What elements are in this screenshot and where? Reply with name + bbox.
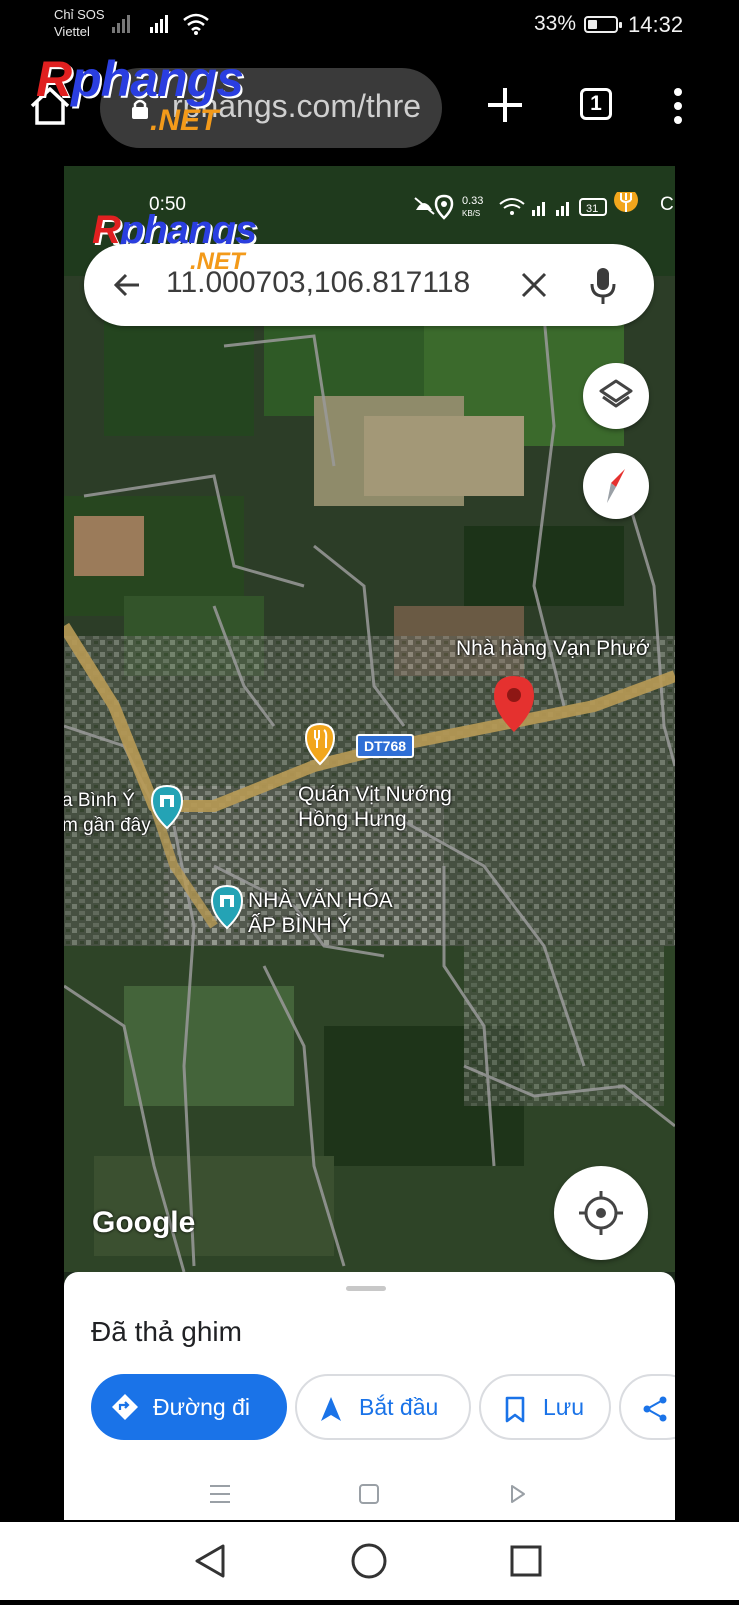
- search-box[interactable]: 11.000703,106.817118: [84, 244, 654, 326]
- watermark-logo: Rphangs: [36, 50, 244, 108]
- layers-icon: [599, 379, 633, 408]
- share-icon: [643, 1396, 667, 1422]
- landmark-poi-icon[interactable]: [150, 784, 184, 830]
- inner-menu-icon: [210, 1485, 230, 1503]
- inner-back-icon: [511, 1485, 525, 1503]
- start-label: Bắt đầu: [359, 1393, 439, 1420]
- inner-status-bar: 0:50 0.33 KB/S 31 C: [64, 166, 675, 220]
- signal-icon-secondary: [112, 15, 130, 33]
- map-label-left-line2: m gần đây: [64, 815, 151, 836]
- map-label-culture-line2: ẤP BÌNH Ý: [248, 914, 352, 937]
- map-pin-icon[interactable]: [492, 674, 536, 734]
- system-navigation-bar: [0, 1522, 739, 1600]
- wifi-icon: [183, 13, 209, 35]
- carrier-line-1: Chỉ SOS: [54, 7, 105, 22]
- nav-recents-icon[interactable]: [510, 1545, 542, 1577]
- inner-speed: 0.33: [462, 195, 483, 207]
- carrier-info: Chỉ SOS Viettel: [54, 6, 105, 40]
- map-label-cafe[interactable]: Quán Vịt Nướng Hồng Hưng: [298, 782, 452, 832]
- tabs-button[interactable]: 1: [580, 88, 612, 120]
- map-label-culture-line1: NHÀ VĂN HÓA: [248, 889, 393, 912]
- save-button[interactable]: Lưu: [479, 1374, 611, 1440]
- road-shield: DT768: [356, 734, 415, 758]
- culture-house-poi-icon[interactable]: [210, 884, 244, 930]
- map-label-restaurant[interactable]: Nhà hàng Vạn Phướ: [456, 636, 650, 661]
- battery-percent: 33%: [534, 12, 577, 35]
- bookmark-icon: [505, 1396, 525, 1423]
- carrier-line-2: Viettel: [54, 24, 90, 39]
- inner-home-icon: [359, 1484, 379, 1504]
- inner-battery: 31: [586, 203, 598, 215]
- satellite-map[interactable]: [64, 166, 675, 1272]
- map-label-cafe-line1: Quán Vịt Nướng: [298, 783, 452, 806]
- share-button[interactable]: [619, 1374, 675, 1440]
- mic-icon[interactable]: [588, 266, 618, 306]
- plus-icon[interactable]: [484, 84, 526, 126]
- signal-icon: [150, 15, 168, 33]
- my-location-button[interactable]: [554, 1166, 648, 1260]
- save-label: Lưu: [543, 1393, 584, 1420]
- map-label-cafe-line2: Hồng Hưng: [298, 808, 407, 831]
- directions-button[interactable]: Đường đi: [91, 1374, 287, 1440]
- map-label-left-line1: a Bình Ý: [64, 790, 135, 811]
- watermark-suffix: .NET: [150, 104, 219, 137]
- inner-speed-unit: KB/S: [462, 209, 480, 218]
- watermark-r: R: [36, 51, 72, 107]
- inner-status-icons: 0.33 KB/S 31: [414, 188, 654, 225]
- compass-button[interactable]: [583, 453, 649, 519]
- watermark-suffix-inner: .NET: [190, 248, 245, 275]
- map-label-culture-house[interactable]: NHÀ VĂN HÓA ẤP BÌNH Ý: [248, 888, 393, 938]
- directions-icon: [112, 1394, 138, 1420]
- close-icon[interactable]: [520, 271, 548, 299]
- map-label-left[interactable]: a Bình Ý m gần đây: [64, 788, 151, 838]
- more-vert-icon[interactable]: [672, 86, 684, 126]
- nav-back-icon[interactable]: [195, 1544, 225, 1578]
- place-sheet[interactable]: Đã thả ghim Đường đi Bắt đầu Lưu: [64, 1272, 675, 1520]
- status-clock: 14:32: [628, 12, 684, 37]
- battery-icon: [584, 16, 622, 33]
- navigation-arrow-icon: [321, 1397, 341, 1421]
- layers-button[interactable]: [583, 363, 649, 429]
- sheet-title: Đã thả ghim: [91, 1316, 242, 1347]
- compass-icon: [607, 469, 625, 503]
- back-arrow-icon[interactable]: [112, 270, 142, 300]
- directions-label: Đường đi: [153, 1393, 250, 1420]
- watermark-brand: phangs: [71, 51, 244, 107]
- sheet-drag-handle[interactable]: [346, 1286, 386, 1291]
- start-button[interactable]: Bắt đầu: [295, 1374, 471, 1440]
- inner-navigation-bar: [210, 1484, 525, 1504]
- crosshair-icon: [579, 1191, 623, 1235]
- restaurant-poi-icon[interactable]: [304, 722, 336, 766]
- inner-status-trailing: C: [660, 194, 674, 215]
- google-attribution: Google: [92, 1206, 196, 1239]
- maps-screenshot: 0:50 0.33 KB/S 31 C Rphangs 11.000703,10…: [64, 166, 675, 1520]
- nav-home-icon[interactable]: [351, 1543, 387, 1579]
